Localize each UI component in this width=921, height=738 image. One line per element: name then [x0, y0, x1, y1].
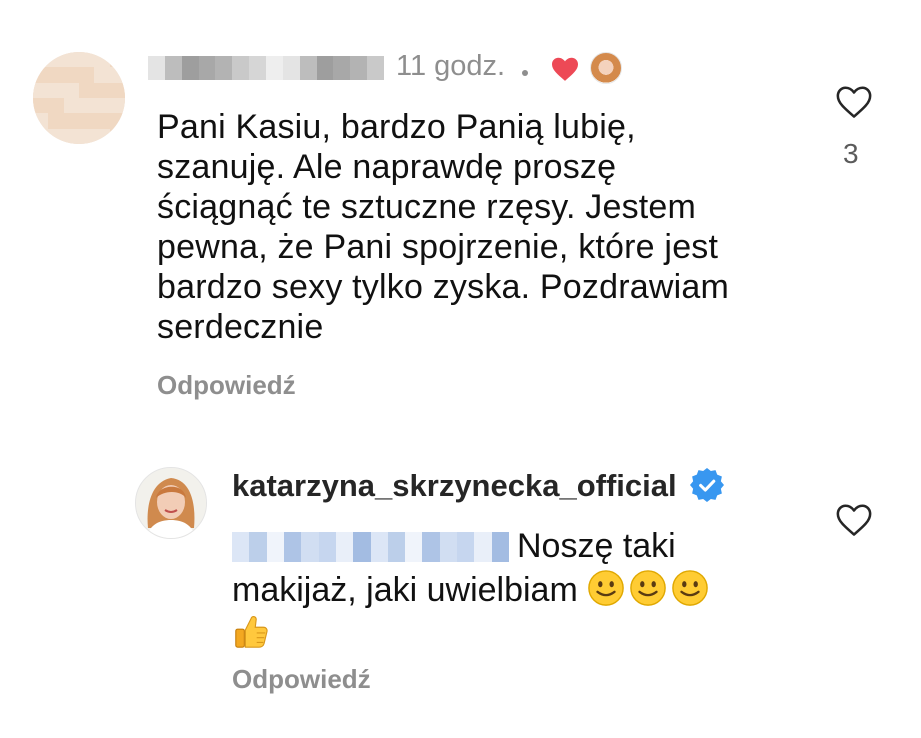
avatar-pixel	[63, 128, 79, 144]
reply-text-line: Noszę taki	[232, 524, 732, 568]
avatar-pixel	[48, 52, 64, 68]
avatar-pixel	[48, 113, 64, 129]
avatar-pixel	[78, 128, 95, 144]
avatar-pixel	[33, 97, 49, 114]
avatar-pixel	[48, 67, 64, 83]
avatar[interactable]	[135, 467, 207, 539]
reply-text-line	[232, 612, 732, 656]
redaction-pixel	[249, 56, 266, 80]
avatar-pixel	[94, 52, 110, 68]
redaction-pixel	[164, 56, 182, 80]
avatar-pixel	[94, 67, 110, 83]
comment-text-line: pewna, że Pani spojrzenie, które jest	[157, 228, 719, 266]
verified-badge-icon	[690, 468, 724, 502]
avatar-portrait-image	[136, 468, 206, 538]
avatar-pixel	[33, 113, 49, 129]
reply-text-fragment: Noszę taki	[517, 527, 676, 565]
avatar-pixel	[78, 82, 95, 98]
avatar-pixel-grid	[33, 52, 125, 144]
comment-text-line: serdecznie	[157, 308, 324, 346]
redaction-pixel	[367, 56, 384, 80]
slightly-smiling-face-icon	[588, 570, 625, 606]
avatar-pixel	[33, 82, 49, 98]
comment-timestamp: 11 godz.	[396, 50, 506, 82]
thumbs-up-icon	[235, 616, 268, 648]
like-count: 3	[843, 138, 859, 169]
slightly-smiling-face-icon	[672, 570, 709, 606]
redaction-pixel	[215, 56, 233, 80]
reply-text-fragment: makijaż, jaki uwielbiam	[232, 571, 578, 609]
reply-button[interactable]: Odpowiedź	[232, 664, 371, 695]
avatar-pixel	[109, 113, 125, 129]
redaction-pixel	[266, 56, 283, 80]
avatar-pixel	[78, 113, 95, 129]
redaction-pixel	[350, 56, 368, 80]
slightly-smiling-face-icon	[630, 570, 667, 606]
avatar-pixel	[109, 82, 125, 98]
redaction-pixel	[181, 56, 199, 80]
avatar-pixel	[78, 67, 95, 83]
reply-text: Noszę taki makijaż, jaki uwielbiam	[232, 524, 732, 656]
avatar-pixel	[63, 52, 79, 68]
avatar-pixel	[94, 113, 110, 129]
username-redacted	[148, 56, 384, 80]
redaction-pixel	[232, 56, 250, 80]
avatar-pixel	[109, 97, 125, 114]
avatar-pixel	[63, 67, 79, 83]
avatar-pixel	[63, 97, 79, 114]
avatar-pixel	[78, 97, 95, 114]
avatar-pixel	[78, 52, 95, 68]
comment-text-line: bardzo sexy tylko zyska. Pozdrawiam	[157, 268, 729, 306]
redaction-pixel	[299, 56, 317, 80]
heart-outline-icon[interactable]	[835, 502, 873, 538]
avatar-pixel	[48, 97, 64, 114]
heart-outline-icon[interactable]	[835, 84, 873, 120]
author-username[interactable]: katarzyna_skrzynecka_official	[232, 468, 677, 504]
avatar-pixel	[94, 97, 110, 114]
redaction-pixel	[282, 56, 300, 80]
redaction-pixel	[333, 56, 351, 80]
comment-text-line: Pani Kasiu, bardzo Panią lubię,	[157, 108, 636, 146]
redaction-pixel	[316, 56, 334, 80]
avatar-pixel	[109, 128, 125, 144]
separator-dot	[522, 70, 528, 76]
avatar-pixelated[interactable]	[33, 52, 125, 144]
avatar-pixel	[48, 82, 64, 98]
reply-button[interactable]: Odpowiedź	[157, 370, 296, 401]
avatar-pixel	[63, 113, 79, 129]
comment-text-line: ściągnąć te sztuczne rzęsy. Jestem	[157, 188, 697, 226]
avatar-pixel	[94, 128, 110, 144]
avatar-pixel	[33, 67, 49, 83]
avatar-pixel	[109, 67, 125, 83]
comment: 11 godz. Pani Kasiu, bardzo Panią lubię,…	[0, 0, 921, 420]
author-liked-heart-icon	[552, 57, 578, 81]
author-mini-avatar	[590, 52, 622, 84]
reply-text-line: makijaż, jaki uwielbiam	[232, 568, 732, 612]
avatar-pixel	[33, 128, 49, 144]
redaction-pixel	[198, 56, 216, 80]
redaction-pixel	[148, 56, 165, 80]
comment-text-line: szanuję. Ale naprawdę proszę	[157, 148, 617, 186]
comment-text: Pani Kasiu, bardzo Panią lubię, szanuję.…	[157, 107, 837, 347]
avatar-pixel	[94, 82, 110, 98]
smiley-emoji-group	[587, 570, 713, 609]
reply-comment: katarzyna_skrzynecka_official Noszę taki…	[0, 420, 921, 738]
avatar-pixel	[48, 128, 64, 144]
avatar-pixel	[33, 52, 49, 68]
avatar-pixel	[109, 52, 125, 68]
avatar-pixel	[63, 82, 79, 98]
